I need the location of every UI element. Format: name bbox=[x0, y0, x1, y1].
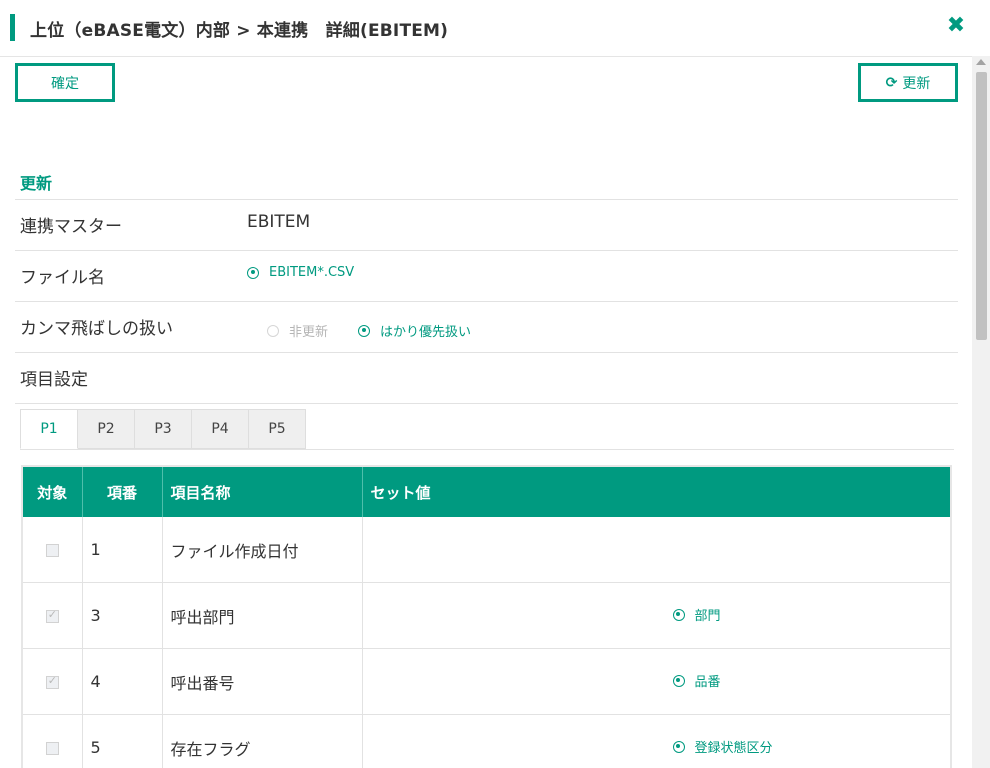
tab-p3[interactable]: P3 bbox=[135, 409, 192, 449]
row-item-name: 呼出部門 bbox=[162, 582, 363, 649]
comma-option-no-update-label: 非更新 bbox=[289, 325, 329, 340]
col-number: 項番 bbox=[82, 467, 163, 517]
comma-option-no-update[interactable]: 非更新 bbox=[267, 321, 328, 340]
tab-p4[interactable]: P4 bbox=[192, 409, 249, 449]
row-checkbox[interactable] bbox=[45, 544, 59, 557]
row-item-name: 呼出番号 bbox=[162, 648, 363, 715]
field-row-items: 項目設定 bbox=[15, 352, 958, 403]
refresh-button[interactable]: ⟳ 更新 bbox=[858, 63, 958, 102]
col-target: 対象 bbox=[23, 467, 83, 517]
radio-empty-icon bbox=[267, 324, 279, 337]
items-label: 項目設定 bbox=[20, 370, 88, 390]
row-checkbox[interactable] bbox=[45, 674, 59, 689]
confirm-button[interactable]: 確定 bbox=[15, 63, 115, 102]
refresh-button-label: 更新 bbox=[902, 75, 931, 92]
set-value-label: 品番 bbox=[694, 675, 721, 690]
set-value-radio[interactable]: 品番 bbox=[672, 671, 721, 690]
field-divider bbox=[15, 403, 958, 404]
field-row-master: 連携マスター EBITEM bbox=[15, 199, 958, 250]
tab-p2[interactable]: P2 bbox=[78, 409, 135, 449]
dialog-header: 上位（eBASE電文）内部 > 本連携 詳細(EBITEM) ✖ bbox=[0, 0, 990, 57]
table-row: 5 存在フラグ 登録状態区分 bbox=[23, 714, 950, 768]
confirm-button-label: 確定 bbox=[51, 75, 79, 92]
col-set-value: セット値 bbox=[362, 467, 950, 517]
table-row: 3 呼出部門 部門 bbox=[23, 582, 950, 649]
filename-option-label: EBITEM*.CSV bbox=[269, 265, 355, 280]
item-table: 対象 項番 項目名称 セット値 1 ファイル作成日付 3 呼出部門 bbox=[23, 467, 950, 768]
table-row: 1 ファイル作成日付 bbox=[23, 517, 950, 583]
col-item-name: 項目名称 bbox=[162, 467, 363, 517]
header-accent-bar bbox=[10, 14, 15, 41]
row-set-value-cell bbox=[362, 517, 950, 583]
scroll-up-arrow[interactable] bbox=[976, 59, 986, 65]
radio-selected-icon bbox=[672, 740, 685, 753]
table-row: 4 呼出番号 品番 bbox=[23, 648, 950, 715]
row-checkbox[interactable] bbox=[45, 608, 59, 623]
comma-option-scale-priority-label: はかり優先扱い bbox=[380, 325, 472, 340]
tab-p1[interactable]: P1 bbox=[20, 409, 78, 449]
row-number: 4 bbox=[82, 648, 163, 715]
row-number: 1 bbox=[82, 517, 163, 583]
row-item-name: ファイル作成日付 bbox=[162, 517, 363, 583]
row-set-value-cell: 登録状態区分 bbox=[362, 714, 950, 768]
radio-selected-icon bbox=[247, 266, 259, 279]
field-row-comma: カンマ飛ばしの扱い 非更新 はかり優先扱い bbox=[15, 301, 958, 352]
row-set-value-cell: 部門 bbox=[362, 582, 950, 649]
radio-selected-icon bbox=[672, 608, 685, 621]
refresh-icon: ⟳ bbox=[885, 74, 898, 91]
section-title: 更新 bbox=[20, 174, 53, 193]
table-header-row: 対象 項番 項目名称 セット値 bbox=[23, 467, 950, 517]
set-value-radio[interactable]: 部門 bbox=[672, 605, 721, 624]
scrollbar-thumb[interactable] bbox=[976, 72, 987, 340]
filename-label: ファイル名 bbox=[20, 268, 105, 288]
row-item-name: 存在フラグ bbox=[162, 714, 363, 768]
item-table-container: 対象 項番 項目名称 セット値 1 ファイル作成日付 3 呼出部門 bbox=[21, 465, 952, 768]
set-value-radio[interactable]: 登録状態区分 bbox=[672, 737, 773, 756]
set-value-label: 登録状態区分 bbox=[694, 741, 773, 756]
vertical-scrollbar[interactable] bbox=[972, 56, 990, 768]
master-label: 連携マスター bbox=[20, 217, 122, 237]
tab-p5[interactable]: P5 bbox=[249, 409, 306, 449]
dialog-title: 上位（eBASE電文）内部 > 本連携 詳細(EBITEM) bbox=[30, 21, 449, 41]
page-tabs: P1 P2 P3 P4 P5 bbox=[20, 409, 306, 449]
comma-label: カンマ飛ばしの扱い bbox=[20, 319, 173, 339]
close-icon[interactable]: ✖ bbox=[943, 12, 969, 40]
row-set-value-cell: 品番 bbox=[362, 648, 950, 715]
radio-selected-icon bbox=[672, 674, 685, 687]
filename-radio[interactable]: EBITEM*.CSV bbox=[247, 265, 354, 280]
set-value-label: 部門 bbox=[694, 609, 721, 624]
comma-option-scale-priority[interactable]: はかり優先扱い bbox=[358, 321, 471, 340]
row-checkbox[interactable] bbox=[45, 742, 59, 755]
field-row-filename: ファイル名 EBITEM*.CSV bbox=[15, 250, 958, 301]
row-number: 5 bbox=[82, 714, 163, 768]
radio-selected-icon bbox=[358, 324, 370, 337]
tabs-baseline bbox=[20, 449, 954, 450]
row-number: 3 bbox=[82, 582, 163, 649]
master-value: EBITEM bbox=[247, 212, 311, 232]
